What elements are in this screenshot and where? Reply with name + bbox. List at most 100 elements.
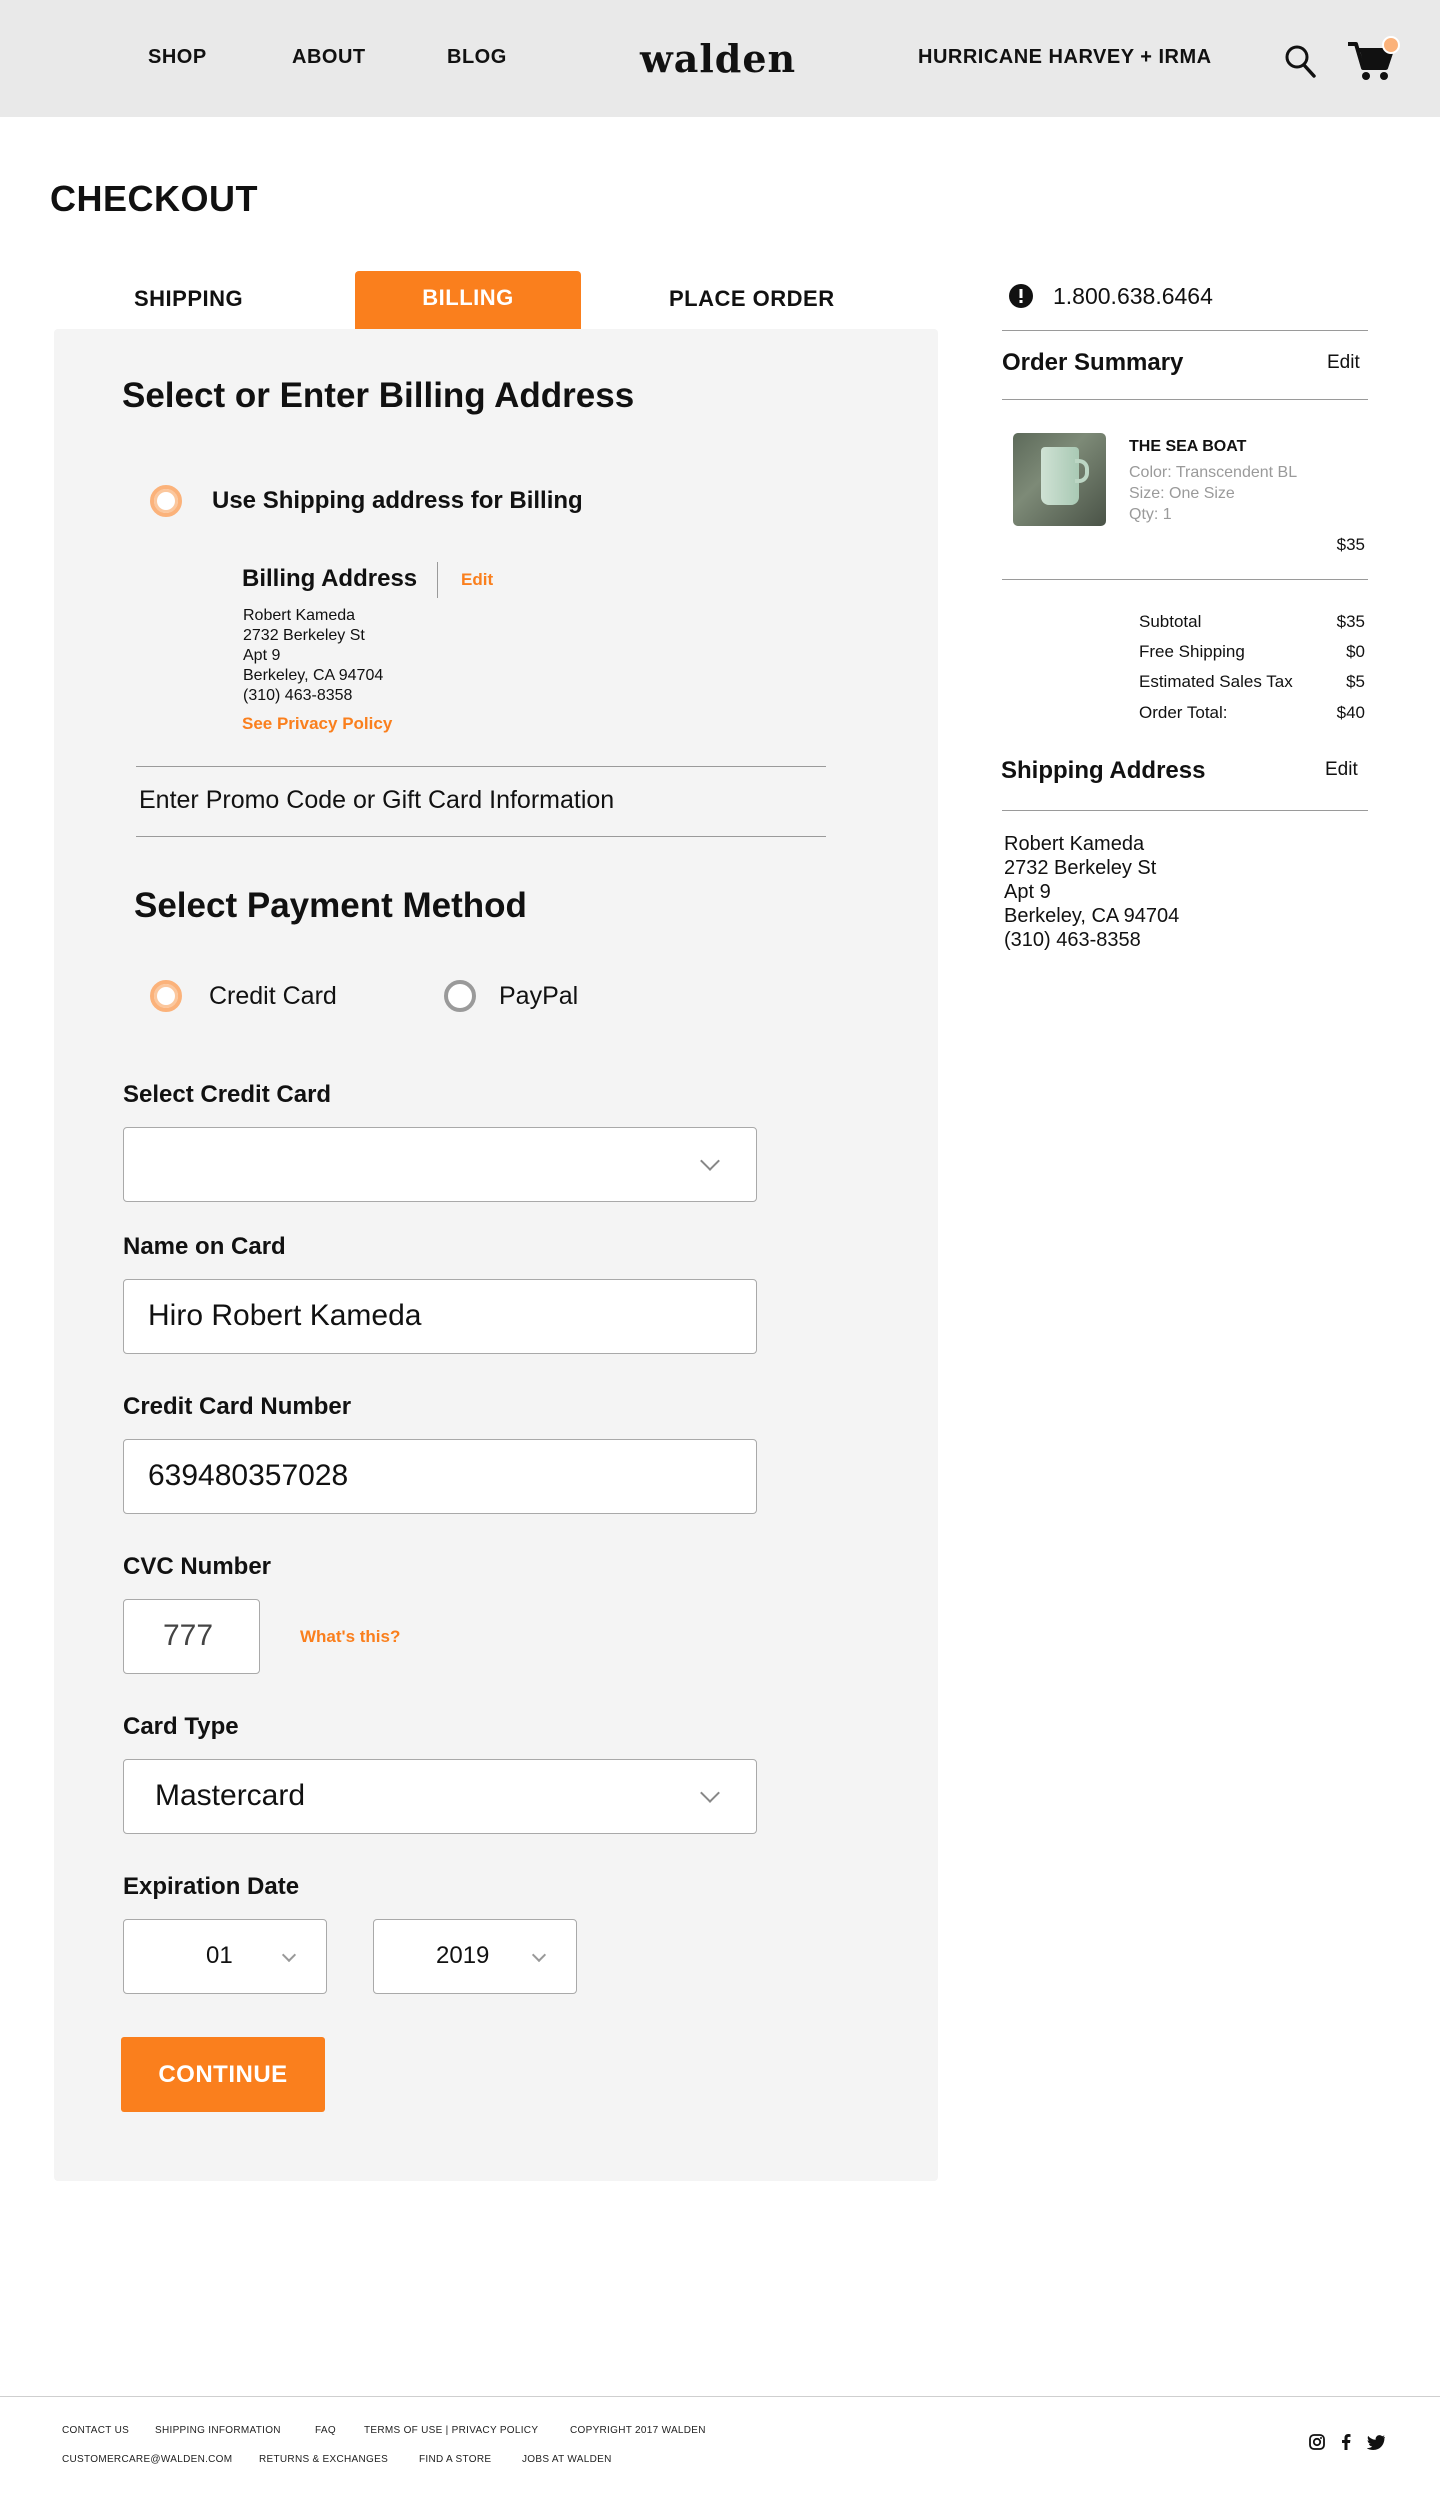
cvc-help-link[interactable]: What's this?	[300, 1627, 400, 1647]
select-card-dropdown[interactable]	[123, 1127, 757, 1202]
product-color: Color: Transcendent BL	[1129, 464, 1298, 481]
chevron-down-icon	[281, 1947, 297, 1963]
subtotal-label: Subtotal	[1139, 612, 1202, 631]
use-shipping-label[interactable]: Use Shipping address for Billing	[212, 487, 583, 515]
divider	[136, 766, 826, 767]
info-icon	[1009, 284, 1033, 313]
walden-logo[interactable]: walden	[640, 36, 796, 81]
footer-find-a-store[interactable]: FIND A STORE	[419, 2454, 491, 2465]
cart-icon[interactable]	[1346, 34, 1402, 89]
cvc-value: 777	[163, 1619, 214, 1652]
nav-hurricane-harvey-irma[interactable]: HURRICANE HARVEY + IRMA	[918, 46, 1212, 69]
footer-jobs[interactable]: JOBS AT WALDEN	[522, 2454, 612, 2465]
address-line: Berkeley, CA 94704	[1004, 905, 1180, 927]
billing-edit-link[interactable]: Edit	[461, 570, 493, 590]
mug-handle-shape	[1075, 459, 1089, 483]
footer-copyright: COPYRIGHT 2017 WALDEN	[570, 2425, 706, 2436]
footer-terms-privacy[interactable]: TERMS OF USE | PRIVACY POLICY	[364, 2425, 538, 2436]
search-icon[interactable]	[1284, 44, 1316, 83]
address-line: Apt 9	[1004, 881, 1051, 903]
address-line: Apt 9	[243, 647, 281, 664]
shipping-address-edit-link[interactable]: Edit	[1325, 759, 1358, 781]
name-on-card-value: Hiro Robert Kameda	[148, 1299, 422, 1332]
nav-about[interactable]: ABOUT	[292, 46, 366, 69]
product-details: Color: Transcendent BL Size: One Size Qt…	[1129, 462, 1297, 525]
privacy-policy-link[interactable]: See Privacy Policy	[242, 714, 392, 734]
shipping-address-title: Shipping Address	[1001, 757, 1206, 784]
card-number-label: Credit Card Number	[123, 1393, 352, 1420]
card-type-dropdown[interactable]: Mastercard	[123, 1759, 757, 1834]
exp-month-value: 01	[206, 1942, 233, 1969]
address-line: 2732 Berkeley St	[243, 627, 365, 644]
order-summary-edit-link[interactable]: Edit	[1327, 352, 1360, 374]
exp-year-value: 2019	[436, 1942, 490, 1969]
divider	[437, 562, 438, 598]
divider	[136, 836, 826, 837]
exp-year-dropdown[interactable]: 2019	[373, 1919, 577, 1994]
shipping-cost-label: Free Shipping	[1139, 642, 1245, 661]
name-on-card-label: Name on Card	[123, 1233, 286, 1260]
order-summary-title: Order Summary	[1002, 349, 1184, 376]
footer-contact-us[interactable]: CONTACT US	[62, 2425, 129, 2436]
tab-place-order[interactable]: PLACE ORDER	[669, 286, 835, 312]
footer-shipping-information[interactable]: SHIPPING INFORMATION	[155, 2425, 281, 2436]
product-size: Size: One Size	[1129, 485, 1235, 502]
footer-divider	[0, 2396, 1440, 2397]
instagram-icon[interactable]	[1309, 2434, 1325, 2455]
product-image	[1013, 433, 1106, 526]
support-phone[interactable]: 1.800.638.6464	[1053, 283, 1213, 310]
expiration-label: Expiration Date	[123, 1873, 300, 1900]
footer-faq[interactable]: FAQ	[315, 2425, 336, 2436]
cvc-field[interactable]: 777	[123, 1599, 260, 1674]
paypal-label[interactable]: PayPal	[499, 982, 578, 1011]
mug-shape	[1041, 447, 1079, 505]
chevron-down-icon	[700, 1783, 720, 1803]
address-line: Berkeley, CA 94704	[243, 667, 384, 684]
exp-month-dropdown[interactable]: 01	[123, 1919, 327, 1994]
continue-button[interactable]: CONTINUE	[121, 2037, 325, 2112]
card-number-field[interactable]: 639480357028	[123, 1439, 757, 1514]
divider	[1002, 330, 1368, 331]
footer-email[interactable]: CUSTOMERCARE@WALDEN.COM	[62, 2454, 232, 2465]
nav-shop[interactable]: SHOP	[148, 46, 207, 69]
address-line: Robert Kameda	[243, 607, 356, 624]
use-shipping-radio[interactable]	[150, 485, 182, 517]
product-price: $35	[1336, 535, 1365, 554]
facebook-icon[interactable]	[1341, 2434, 1351, 2455]
paypal-radio[interactable]	[444, 980, 476, 1012]
card-type-label: Card Type	[123, 1713, 239, 1740]
address-line: (310) 463-8358	[243, 687, 353, 704]
nav-blog[interactable]: BLOG	[447, 46, 507, 69]
order-total-value: $40	[1336, 703, 1365, 722]
shipping-address-block: Robert Kameda 2732 Berkeley St Apt 9 Ber…	[1004, 832, 1179, 952]
product-name[interactable]: THE SEA BOAT	[1129, 438, 1246, 456]
chevron-down-icon	[700, 1151, 720, 1171]
divider	[1002, 810, 1368, 811]
billing-address-block: Robert Kameda 2732 Berkeley St Apt 9 Ber…	[243, 606, 383, 706]
order-total-label: Order Total:	[1139, 703, 1228, 722]
billing-address-title: Billing Address	[242, 565, 418, 592]
promo-code-toggle[interactable]: Enter Promo Code or Gift Card Informatio…	[139, 786, 614, 815]
footer-returns-exchanges[interactable]: RETURNS & EXCHANGES	[259, 2454, 388, 2465]
name-on-card-field[interactable]: Hiro Robert Kameda	[123, 1279, 757, 1354]
address-line: 2732 Berkeley St	[1004, 857, 1157, 879]
shipping-cost-value: $0	[1346, 642, 1365, 661]
payment-method-heading: Select Payment Method	[134, 886, 527, 925]
tab-billing[interactable]: BILLING	[355, 271, 581, 329]
select-card-label: Select Credit Card	[123, 1081, 332, 1108]
card-type-value: Mastercard	[155, 1779, 306, 1812]
sales-tax-label: Estimated Sales Tax	[1139, 672, 1293, 691]
product-qty: Qty: 1	[1129, 506, 1172, 523]
chevron-down-icon	[531, 1947, 547, 1963]
page-title: CHECKOUT	[50, 178, 258, 219]
twitter-icon[interactable]	[1366, 2435, 1385, 2455]
divider	[1002, 399, 1368, 400]
sales-tax-value: $5	[1346, 672, 1365, 691]
address-line: Robert Kameda	[1004, 833, 1145, 855]
billing-address-heading: Select or Enter Billing Address	[122, 376, 635, 415]
credit-card-label[interactable]: Credit Card	[209, 982, 337, 1011]
site-header: SHOP ABOUT BLOG walden HURRICANE HARVEY …	[0, 0, 1440, 117]
tab-shipping[interactable]: SHIPPING	[134, 286, 243, 312]
credit-card-radio[interactable]	[150, 980, 182, 1012]
divider	[1002, 579, 1368, 580]
